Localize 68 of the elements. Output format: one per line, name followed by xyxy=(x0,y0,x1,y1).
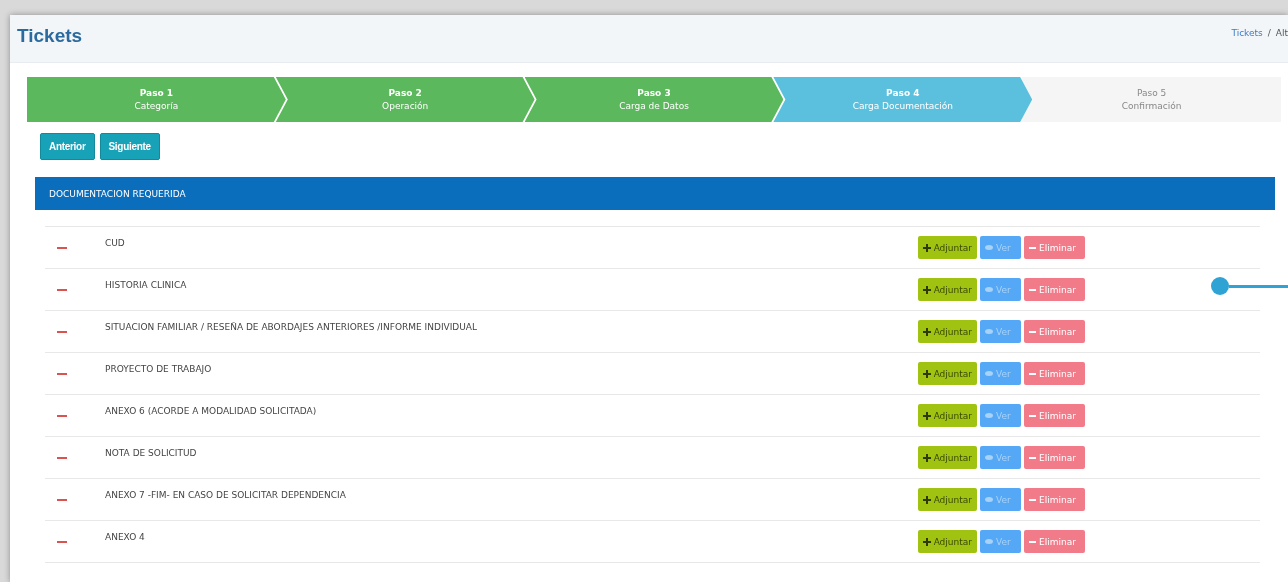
attach-button[interactable]: Adjuntar xyxy=(917,446,977,469)
plus-icon xyxy=(922,411,931,420)
nav-button[interactable]: Siguiente xyxy=(99,133,160,160)
delete-button[interactable]: Eliminar xyxy=(1024,446,1085,469)
minus-icon xyxy=(1029,498,1036,501)
minus-icon[interactable] xyxy=(57,414,67,417)
eye-icon xyxy=(985,455,993,460)
breadcrumb-link[interactable]: Tickets xyxy=(1231,27,1263,38)
document-name: HISTORIA CLINICA xyxy=(105,280,188,290)
delete-button[interactable]: Eliminar xyxy=(1024,320,1085,343)
minus-icon xyxy=(1029,414,1036,417)
plus-icon xyxy=(922,327,931,336)
minus-icon[interactable] xyxy=(57,540,67,543)
document-name: PROYECTO DE TRABAJO xyxy=(105,364,213,374)
minus-icon[interactable] xyxy=(57,246,67,249)
wizard-step[interactable]: Paso 3 Carga de Datos xyxy=(524,77,784,122)
plus-icon xyxy=(922,369,931,378)
attach-button[interactable]: Adjuntar xyxy=(917,236,977,259)
breadcrumb-text: Alt xyxy=(1275,27,1288,38)
minus-icon xyxy=(1029,372,1036,375)
delete-button[interactable]: Eliminar xyxy=(1024,488,1085,511)
minus-icon xyxy=(1029,456,1036,459)
eye-icon xyxy=(985,497,993,502)
eye-icon xyxy=(985,413,993,418)
eye-icon xyxy=(985,245,993,250)
wizard-step[interactable]: Paso 5 Confirmación xyxy=(1022,77,1281,122)
section-header: DOCUMENTACION REQUERIDA xyxy=(35,177,1275,210)
plus-icon xyxy=(922,243,931,252)
minus-icon xyxy=(1029,540,1036,543)
wizard-step[interactable]: Paso 1 Categoría xyxy=(27,77,286,122)
delete-button[interactable]: Eliminar xyxy=(1024,236,1085,259)
eye-icon xyxy=(985,329,993,334)
document-name: SITUACION FAMILIAR / RESEÑA DE ABORDAJES ANTERIORES /INFORME INDIVIDUAL xyxy=(105,322,479,332)
document-name: ANEXO 7 -FIM- EN CASO DE SOLICITAR DEPENDENCIA xyxy=(105,490,347,500)
delete-button[interactable]: Eliminar xyxy=(1024,362,1085,385)
delete-button[interactable]: Eliminar xyxy=(1024,404,1085,427)
attach-button[interactable]: Adjuntar xyxy=(917,404,977,427)
minus-icon xyxy=(1029,330,1036,333)
attach-button[interactable]: Adjuntar xyxy=(917,362,977,385)
minus-icon[interactable] xyxy=(57,288,67,291)
document-name: CUD xyxy=(105,238,126,248)
page-title: Tickets xyxy=(17,24,83,48)
attach-button[interactable]: Adjuntar xyxy=(917,488,977,511)
breadcrumb-text: / xyxy=(1267,27,1271,38)
nav-button[interactable]: Anterior xyxy=(40,133,95,160)
plus-icon xyxy=(922,285,931,294)
eye-icon xyxy=(985,287,993,292)
eye-icon xyxy=(985,539,993,544)
document-name: ANEXO 4 xyxy=(105,532,146,542)
plus-icon xyxy=(922,537,931,546)
attach-button[interactable]: Adjuntar xyxy=(917,530,977,553)
minus-icon[interactable] xyxy=(57,372,67,375)
delete-button[interactable]: Eliminar xyxy=(1024,530,1085,553)
document-name: NOTA DE SOLICITUD xyxy=(105,448,198,458)
minus-icon[interactable] xyxy=(57,498,67,501)
plus-icon xyxy=(922,495,931,504)
minus-icon xyxy=(1029,288,1036,291)
attach-button[interactable]: Adjuntar xyxy=(917,320,977,343)
minus-icon[interactable] xyxy=(57,330,67,333)
plus-icon xyxy=(922,453,931,462)
minus-icon xyxy=(1029,246,1036,249)
wizard-step[interactable]: Paso 4 Carga Documentación xyxy=(773,77,1033,122)
delete-button[interactable]: Eliminar xyxy=(1024,278,1085,301)
wizard-step[interactable]: Paso 2 Operación xyxy=(275,77,535,122)
attach-button[interactable]: Adjuntar xyxy=(917,278,977,301)
minus-icon[interactable] xyxy=(57,456,67,459)
eye-icon xyxy=(985,371,993,376)
document-name: ANEXO 6 (ACORDE A MODALIDAD SOLICITADA) xyxy=(105,406,318,416)
